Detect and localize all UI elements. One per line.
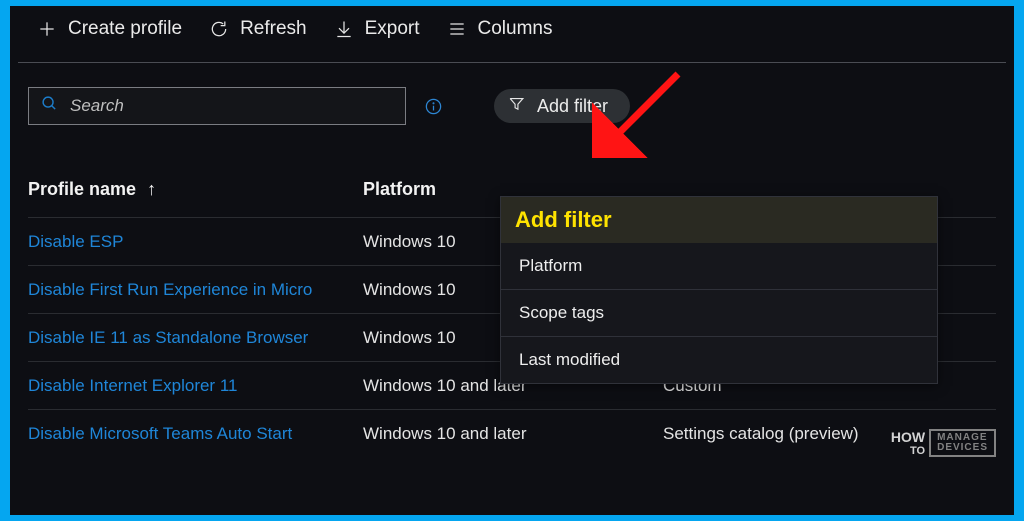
table-row: Disable Microsoft Teams Auto Start Windo… bbox=[28, 409, 996, 457]
toolbar: Create profile Refresh Export Columns bbox=[18, 6, 1006, 63]
filter-option-last-modified[interactable]: Last modified bbox=[501, 337, 937, 383]
search-icon bbox=[41, 95, 58, 117]
create-profile-label: Create profile bbox=[68, 18, 182, 40]
profile-link[interactable]: Disable Microsoft Teams Auto Start bbox=[28, 424, 353, 444]
columns-icon bbox=[446, 18, 468, 40]
add-filter-button[interactable]: Add filter bbox=[494, 89, 630, 123]
col-profile-name-label: Profile name bbox=[28, 179, 136, 199]
info-icon[interactable] bbox=[422, 95, 444, 117]
columns-label: Columns bbox=[478, 18, 553, 40]
platform-cell: Windows 10 and later bbox=[363, 424, 663, 444]
app-panel: Create profile Refresh Export Columns bbox=[10, 6, 1014, 515]
col-profile-name[interactable]: Profile name ↑ bbox=[28, 179, 363, 200]
plus-icon bbox=[36, 18, 58, 40]
search-input[interactable] bbox=[70, 96, 393, 116]
add-filter-label: Add filter bbox=[537, 96, 608, 117]
search-box[interactable] bbox=[28, 87, 406, 125]
profile-link[interactable]: Disable IE 11 as Standalone Browser bbox=[28, 328, 353, 348]
create-profile-button[interactable]: Create profile bbox=[36, 18, 182, 40]
export-label: Export bbox=[365, 18, 420, 40]
refresh-icon bbox=[208, 18, 230, 40]
download-icon bbox=[333, 18, 355, 40]
watermark: HOW TO MANAGE DEVICES bbox=[891, 429, 996, 457]
profile-link[interactable]: Disable ESP bbox=[28, 232, 353, 252]
columns-button[interactable]: Columns bbox=[446, 18, 553, 40]
add-filter-dropdown: Add filter Platform Scope tags Last modi… bbox=[500, 196, 938, 384]
watermark-to: TO bbox=[891, 446, 925, 457]
filter-option-platform[interactable]: Platform bbox=[501, 243, 937, 290]
refresh-label: Refresh bbox=[240, 18, 307, 40]
dropdown-title: Add filter bbox=[501, 197, 937, 243]
watermark-how: HOW bbox=[891, 430, 925, 444]
filter-option-scope-tags[interactable]: Scope tags bbox=[501, 290, 937, 337]
filter-icon bbox=[508, 95, 525, 117]
sort-ascending-icon: ↑ bbox=[147, 179, 156, 200]
profile-link[interactable]: Disable First Run Experience in Micro bbox=[28, 280, 353, 300]
refresh-button[interactable]: Refresh bbox=[208, 18, 307, 40]
export-button[interactable]: Export bbox=[333, 18, 420, 40]
search-row: Add filter bbox=[10, 63, 1014, 133]
watermark-devices: DEVICES bbox=[937, 443, 988, 453]
profile-link[interactable]: Disable Internet Explorer 11 bbox=[28, 376, 353, 396]
col-platform-label: Platform bbox=[363, 179, 436, 199]
